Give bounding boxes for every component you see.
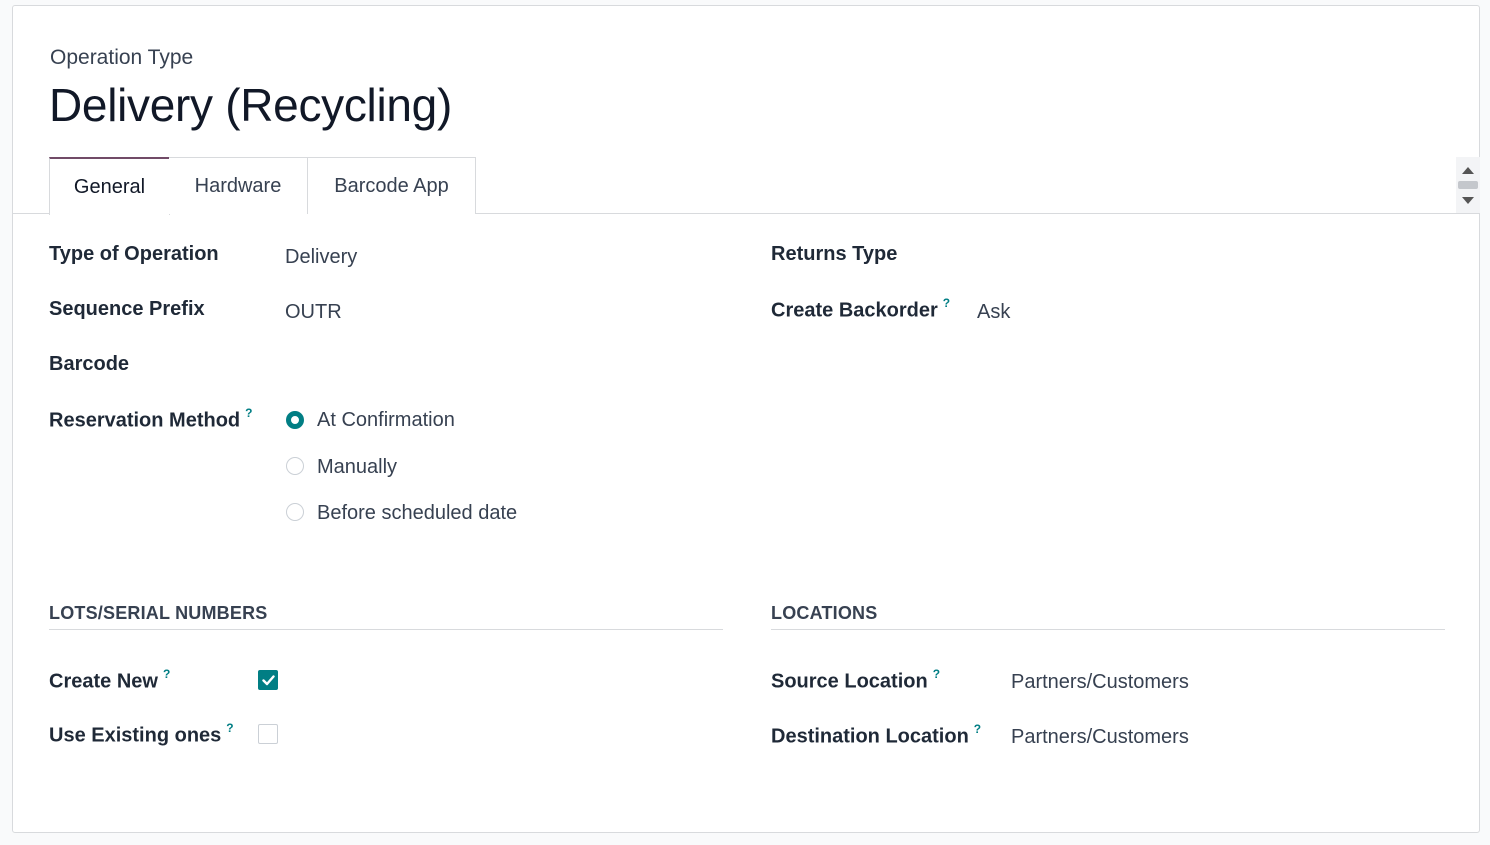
barcode-label: Barcode bbox=[49, 353, 130, 375]
radio-before-scheduled-date[interactable] bbox=[286, 503, 304, 521]
record-type-label: Operation Type bbox=[50, 46, 194, 69]
create-new-label-text: Create New bbox=[49, 670, 158, 693]
form-sheet: Operation Type Delivery (Recycling) Gene… bbox=[12, 5, 1480, 833]
lots-section-title: LOTS/SERIAL NUMBERS bbox=[49, 603, 268, 623]
sequence-prefix-label: Sequence Prefix bbox=[49, 298, 205, 320]
help-icon[interactable]: ? bbox=[163, 667, 170, 681]
source-location-label-text: Source Location bbox=[771, 670, 928, 693]
help-icon[interactable]: ? bbox=[943, 296, 950, 310]
returns-type-field[interactable] bbox=[977, 243, 1417, 269]
scroll-down-icon[interactable] bbox=[1462, 197, 1474, 204]
lots-section-divider bbox=[49, 629, 723, 630]
sequence-prefix-field[interactable]: OUTR bbox=[285, 301, 342, 324]
tab-hardware[interactable]: Hardware bbox=[169, 157, 308, 214]
barcode-field[interactable] bbox=[285, 353, 685, 379]
scroll-thumb[interactable] bbox=[1458, 181, 1478, 189]
help-icon[interactable]: ? bbox=[226, 721, 233, 735]
use-existing-label: Use Existing ones? bbox=[49, 721, 234, 748]
scroll-up-icon[interactable] bbox=[1462, 167, 1474, 174]
source-location-field[interactable]: Partners/Customers bbox=[1011, 671, 1189, 694]
help-icon[interactable]: ? bbox=[974, 722, 981, 736]
returns-type-label: Returns Type bbox=[771, 243, 898, 265]
type-of-operation-label: Type of Operation bbox=[49, 243, 219, 265]
radio-manually[interactable] bbox=[286, 457, 304, 475]
destination-location-label: Destination Location? bbox=[771, 722, 981, 749]
record-title: Delivery (Recycling) bbox=[49, 79, 452, 131]
help-icon[interactable]: ? bbox=[933, 667, 940, 681]
radio-at-confirmation[interactable] bbox=[286, 411, 304, 429]
tab-general[interactable]: General bbox=[49, 157, 170, 215]
reservation-method-label-text: Reservation Method bbox=[49, 409, 241, 432]
help-icon[interactable]: ? bbox=[245, 406, 252, 420]
radio-manually-label[interactable]: Manually bbox=[317, 456, 397, 479]
checkmark-icon bbox=[262, 675, 275, 686]
use-existing-checkbox[interactable] bbox=[258, 724, 278, 744]
radio-at-confirmation-label[interactable]: At Confirmation bbox=[317, 409, 455, 432]
radio-before-scheduled-date-label[interactable]: Before scheduled date bbox=[317, 502, 517, 525]
tab-barcode-app[interactable]: Barcode App bbox=[307, 157, 476, 214]
create-backorder-field[interactable]: Ask bbox=[977, 301, 1010, 324]
create-backorder-label-text: Create Backorder bbox=[771, 299, 938, 322]
reservation-method-label: Reservation Method? bbox=[49, 406, 253, 433]
type-of-operation-field[interactable]: Delivery bbox=[285, 246, 357, 269]
create-backorder-label: Create Backorder? bbox=[771, 296, 950, 323]
locations-section-divider bbox=[771, 629, 1445, 630]
destination-location-label-text: Destination Location bbox=[771, 725, 969, 748]
use-existing-label-text: Use Existing ones bbox=[49, 724, 222, 747]
source-location-label: Source Location? bbox=[771, 667, 940, 694]
tabs-scrollbar[interactable] bbox=[1456, 157, 1480, 213]
create-new-label: Create New? bbox=[49, 667, 170, 694]
destination-location-field[interactable]: Partners/Customers bbox=[1011, 726, 1189, 749]
locations-section-title: LOCATIONS bbox=[771, 603, 878, 623]
create-new-checkbox[interactable] bbox=[258, 670, 278, 690]
